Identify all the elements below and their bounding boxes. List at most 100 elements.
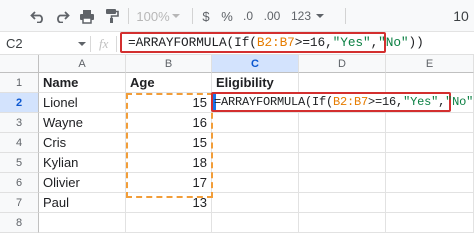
cell-c6[interactable]: [212, 173, 299, 193]
print-icon[interactable]: [77, 6, 97, 26]
cell-a7[interactable]: Paul: [39, 193, 126, 213]
column-header-b[interactable]: B: [126, 55, 212, 73]
toolbar-divider: [192, 8, 193, 24]
cell-b2[interactable]: 15: [126, 93, 212, 113]
row-header-7[interactable]: 7: [0, 193, 39, 213]
percent-button[interactable]: %: [219, 6, 235, 26]
column-label: C: [251, 57, 259, 70]
font-size-field[interactable]: 10: [452, 6, 470, 26]
cell-d5[interactable]: [299, 153, 386, 173]
cell-d8[interactable]: [299, 213, 386, 233]
cell-e3[interactable]: [386, 113, 474, 133]
cell-c1[interactable]: Eligibility: [212, 73, 299, 93]
cell-c5[interactable]: [212, 153, 299, 173]
cell-b5[interactable]: 18: [126, 153, 212, 173]
formula-bar-divider: [90, 36, 91, 52]
cell-d7[interactable]: [299, 193, 386, 213]
cell-text: 15: [192, 135, 207, 150]
cell-b4[interactable]: 15: [126, 133, 212, 153]
cell-a8[interactable]: [39, 213, 126, 233]
zoom-value: 100%: [136, 8, 170, 24]
row-header-1[interactable]: 1: [0, 73, 39, 93]
formula-part: >=16,: [294, 35, 333, 50]
row-label: 8: [15, 216, 23, 229]
number-format-button[interactable]: 123: [288, 6, 314, 26]
cell-a3[interactable]: Wayne: [39, 113, 126, 133]
name-box[interactable]: C2: [6, 36, 23, 51]
number-format-label: 123: [290, 9, 312, 23]
cell-text: Wayne: [43, 115, 83, 130]
font-size-value: 10: [453, 8, 469, 24]
cell-c4[interactable]: [212, 133, 299, 153]
number-format-chevron-down-icon[interactable]: [314, 6, 326, 26]
redo-icon[interactable]: [52, 6, 72, 26]
cell-text: Lionel: [43, 95, 78, 110]
toolbar: 100% $ % .0 .00 123 10: [0, 0, 474, 32]
row-header-2[interactable]: 2: [0, 93, 39, 113]
cell-b6[interactable]: 17: [126, 173, 212, 193]
cell-d3[interactable]: [299, 113, 386, 133]
row-header-6[interactable]: 6: [0, 173, 39, 193]
cell-d4[interactable]: [299, 133, 386, 153]
paint-format-icon[interactable]: [102, 6, 122, 26]
cell-text: Kylian: [43, 155, 79, 170]
cell-b8[interactable]: [126, 213, 212, 233]
cell-d1[interactable]: [299, 73, 386, 93]
zoom-chevron-down-icon[interactable]: [170, 6, 182, 26]
percent-label: %: [221, 8, 233, 24]
currency-button[interactable]: $: [198, 6, 214, 26]
cell-text: Cris: [43, 135, 67, 150]
formula-range-ref: B2:B7: [333, 95, 369, 109]
cell-e5[interactable]: [386, 153, 474, 173]
column-header-c[interactable]: C: [212, 55, 299, 73]
cell-text: 16: [192, 115, 207, 130]
column-header-d[interactable]: D: [299, 55, 386, 73]
increase-decimal-label: .00: [263, 9, 281, 23]
cell-e7[interactable]: [386, 193, 474, 213]
currency-label: $: [202, 8, 210, 24]
formula-input[interactable]: =ARRAYFORMULA(If(B2:B7>=16,"Yes","No")): [128, 35, 424, 50]
cell-e6[interactable]: [386, 173, 474, 193]
row-header-4[interactable]: 4: [0, 133, 39, 153]
cell-e8[interactable]: [386, 213, 474, 233]
cell-b1[interactable]: Age: [126, 73, 212, 93]
formula-bar-divider: [116, 36, 117, 52]
formula-string: "Yes": [403, 95, 439, 109]
cell-a1[interactable]: Name: [39, 73, 126, 93]
row-label: 4: [15, 136, 23, 149]
cell-c8[interactable]: [212, 213, 299, 233]
cell-a2[interactable]: Lionel: [39, 93, 126, 113]
cell-text: 13: [192, 195, 207, 210]
row-header-5[interactable]: 5: [0, 153, 39, 173]
column-header-e[interactable]: E: [386, 55, 474, 73]
row-header-8[interactable]: 8: [0, 213, 39, 233]
cell-c7[interactable]: [212, 193, 299, 213]
cell-text: Paul: [43, 195, 70, 210]
decrease-decimal-button[interactable]: .0: [238, 6, 258, 26]
row-label: 3: [15, 116, 23, 129]
increase-decimal-button[interactable]: .00: [260, 6, 284, 26]
select-all-corner[interactable]: [0, 55, 39, 73]
row-label: 7: [15, 196, 23, 209]
active-cell-formula[interactable]: =ARRAYFORMULA(If(B2:B7>=16,"Yes","No")): [214, 95, 474, 109]
cell-a5[interactable]: Kylian: [39, 153, 126, 173]
cell-e1[interactable]: [386, 73, 474, 93]
undo-icon[interactable]: [28, 6, 48, 26]
cell-a4[interactable]: Cris: [39, 133, 126, 153]
formula-string: "Yes": [332, 35, 371, 50]
zoom-select[interactable]: 100%: [136, 6, 170, 26]
cell-b3[interactable]: 16: [126, 113, 212, 133]
column-label: B: [164, 57, 173, 70]
cell-text: 15: [192, 95, 207, 110]
cell-a6[interactable]: Olivier: [39, 173, 126, 193]
formula-string: "No": [378, 35, 409, 50]
cell-e4[interactable]: [386, 133, 474, 153]
column-header-a[interactable]: A: [39, 55, 126, 73]
row-header-3[interactable]: 3: [0, 113, 39, 133]
name-box-chevron-down-icon[interactable]: [78, 42, 86, 46]
cell-c3[interactable]: [212, 113, 299, 133]
formula-string: "No": [445, 95, 474, 109]
formula-part: )): [408, 35, 424, 50]
cell-b7[interactable]: 13: [126, 193, 212, 213]
cell-d6[interactable]: [299, 173, 386, 193]
